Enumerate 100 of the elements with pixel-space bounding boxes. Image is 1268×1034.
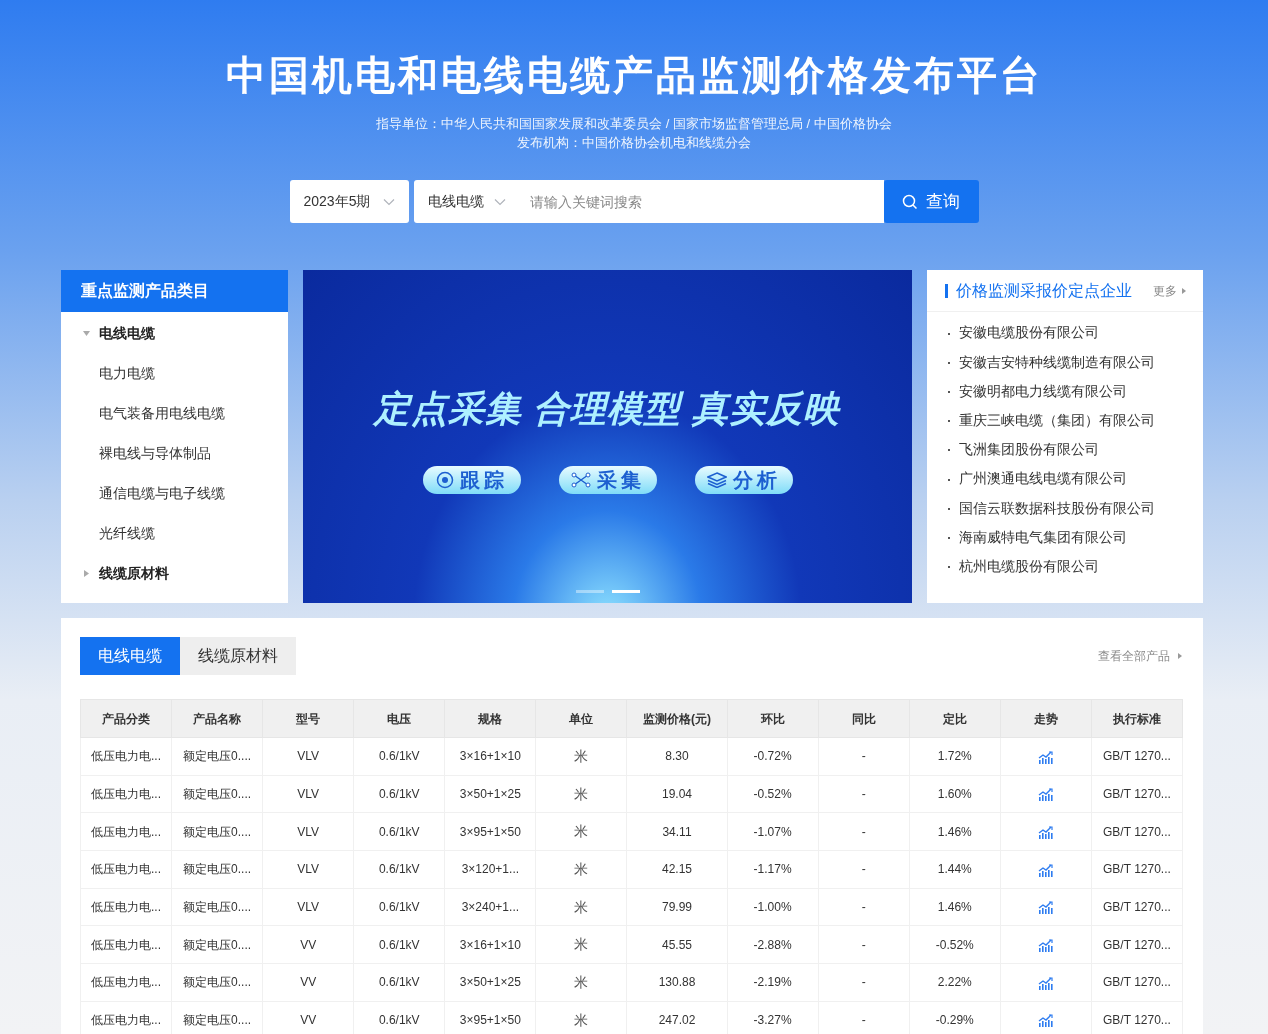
column-header: 环比	[727, 699, 819, 738]
table-cell: VLV	[262, 850, 354, 889]
table-cell: 34.11	[626, 812, 728, 851]
column-header: 定比	[909, 699, 1001, 738]
view-all-link[interactable]: 查看全部产品	[1098, 647, 1182, 665]
category-item[interactable]: 电线电缆	[61, 313, 288, 353]
table-cell: -	[818, 812, 910, 851]
table-cell: -2.19%	[727, 963, 819, 1002]
table-cell: 1.72%	[909, 737, 1001, 776]
table-cell: GB/T 1270...	[1091, 850, 1183, 889]
table-cell: -0.52%	[727, 775, 819, 813]
subcategory-item[interactable]: 裸电线与导体制品	[61, 433, 288, 473]
table-cell: 0.6/1kV	[353, 925, 445, 964]
banner-pill: 分析	[694, 466, 793, 494]
company-link[interactable]: 国信云联数据科技股份有限公司	[959, 498, 1155, 519]
column-header: 执行标准	[1091, 699, 1183, 738]
table-cell: -2.88%	[727, 925, 819, 964]
trend-chart-icon[interactable]	[1038, 863, 1054, 877]
table-cell: 3×16+1×10	[444, 925, 536, 964]
table-cell: 3×50+1×25	[444, 963, 536, 1002]
subcategory-item[interactable]: 光纤线缆	[61, 513, 288, 553]
subcategory-item[interactable]: 电气装备用电线电缆	[61, 393, 288, 433]
table-cell: -	[818, 737, 910, 776]
caret-right-icon	[1178, 653, 1182, 659]
table-cell: 0.6/1kV	[353, 963, 445, 1002]
column-header: 走势	[1000, 699, 1092, 738]
banner-pill: 采集	[558, 466, 657, 494]
subcategory-item[interactable]: 电力电缆	[61, 353, 288, 393]
table-cell: -	[818, 850, 910, 889]
column-header: 单位	[535, 699, 627, 738]
table-cell: VLV	[262, 888, 354, 926]
table-cell: 3×95+1×50	[444, 812, 536, 851]
trend-chart-icon[interactable]	[1038, 939, 1054, 953]
company-link[interactable]: 重庆三峡电缆（集团）有限公司	[959, 411, 1155, 432]
guide-text: 指导单位：中华人民共和国国家发展和改革委员会 / 国家市场监督管理总局 / 中国价格协会	[376, 115, 892, 133]
search-button[interactable]: 查询	[883, 180, 979, 223]
company-link[interactable]: 杭州电缆股份有限公司	[959, 556, 1099, 578]
table-cell: 1.46%	[909, 888, 1001, 926]
panel-title: 价格监测采报价定点企业	[956, 280, 1132, 301]
more-link[interactable]: 更多	[1153, 281, 1186, 300]
banner-pill: 跟踪	[422, 466, 521, 494]
table-cell: 42.15	[626, 850, 728, 889]
column-header: 型号	[262, 699, 354, 738]
category-item[interactable]: 线缆原材料	[61, 553, 288, 593]
table-cell: 8.30	[626, 737, 728, 776]
column-header: 电压	[353, 699, 445, 738]
search-field[interactable]: 请输入关键词搜索	[519, 180, 884, 223]
period-dropdown[interactable]: 2023年5期	[289, 180, 409, 223]
panel-header: 重点监测产品类目	[61, 270, 288, 312]
table-cell: GB/T 1270...	[1091, 775, 1183, 813]
company-link[interactable]: 海南威特电气集团有限公司	[959, 527, 1127, 549]
product-tab[interactable]: 线缆原材料	[180, 637, 296, 675]
network-nodes-icon	[570, 472, 591, 488]
table-cell: 低压电力电...	[80, 737, 172, 776]
category-dropdown[interactable]: 电线电缆	[413, 180, 520, 223]
table-cell: 79.99	[626, 888, 728, 926]
table-cell: GB/T 1270...	[1091, 812, 1183, 851]
table-cell: 0.6/1kV	[353, 737, 445, 776]
target-icon	[435, 471, 454, 489]
table-cell: 3×50+1×25	[444, 775, 536, 813]
table-cell: GB/T 1270...	[1091, 888, 1183, 926]
column-header: 同比	[818, 699, 910, 738]
table-cell: 米	[535, 775, 627, 813]
table-cell: VLV	[262, 737, 354, 776]
trend-chart-icon[interactable]	[1038, 1014, 1054, 1028]
table-cell: -	[818, 775, 910, 813]
column-header: 规格	[444, 699, 536, 738]
table-cell: 3×120+1...	[444, 850, 536, 889]
table-cell: 3×16+1×10	[444, 737, 536, 776]
column-header: 产品分类	[80, 699, 172, 738]
trend-chart-icon[interactable]	[1038, 901, 1054, 915]
table-cell: 米	[535, 812, 627, 851]
product-tab[interactable]: 电线电缆	[80, 637, 180, 675]
table-cell: -	[818, 925, 910, 964]
company-link[interactable]: 安徽电缆股份有限公司	[959, 323, 1099, 344]
table-cell: -1.00%	[727, 888, 819, 926]
trend-chart-icon[interactable]	[1038, 976, 1054, 990]
company-link[interactable]: 安徽吉安特种线缆制造有限公司	[959, 352, 1155, 373]
table-cell: VLV	[262, 812, 354, 851]
company-link[interactable]: 安徽明都电力线缆有限公司	[959, 381, 1127, 403]
table-cell: GB/T 1270...	[1091, 963, 1183, 1002]
table-cell: -1.07%	[727, 812, 819, 851]
trend-chart-icon[interactable]	[1038, 788, 1054, 802]
search-icon	[902, 193, 918, 210]
banner-headline: 定点采集 合理模型 真实反映	[374, 387, 841, 431]
table-cell: -0.72%	[727, 737, 819, 776]
page-title: 中国机电和电线电缆产品监测价格发布平台	[225, 52, 1043, 99]
table-cell: 1.44%	[909, 850, 1001, 889]
table-cell: 额定电压0....	[171, 888, 263, 926]
table-cell: 额定电压0....	[171, 775, 263, 813]
table-cell: 低压电力电...	[80, 775, 172, 813]
company-link[interactable]: 飞洲集团股份有限公司	[959, 440, 1099, 461]
table-cell: 低压电力电...	[80, 925, 172, 964]
company-link[interactable]: 广州澳通电线电缆有限公司	[959, 469, 1127, 490]
subcategory-item[interactable]: 通信电缆与电子线缆	[61, 473, 288, 513]
trend-chart-icon[interactable]	[1038, 750, 1054, 764]
table-cell: 2.22%	[909, 963, 1001, 1002]
table-cell: 1.60%	[909, 775, 1001, 813]
table-cell: GB/T 1270...	[1091, 925, 1183, 964]
trend-chart-icon[interactable]	[1038, 826, 1054, 839]
